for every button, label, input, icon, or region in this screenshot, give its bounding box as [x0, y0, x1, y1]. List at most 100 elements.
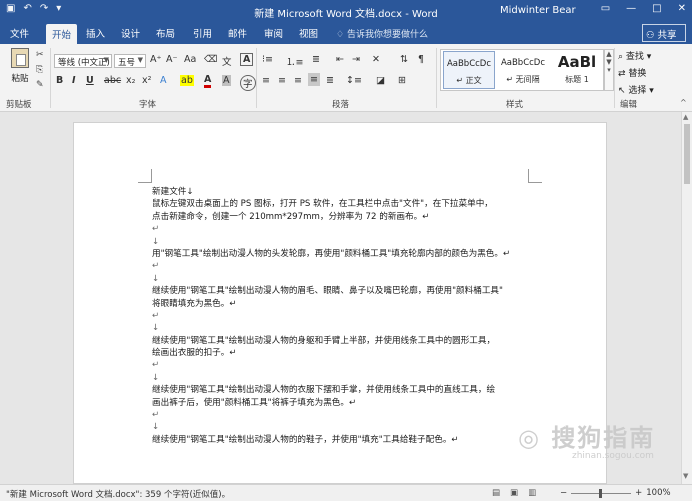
- tab-references[interactable]: 引用: [193, 26, 212, 40]
- tab-home[interactable]: 开始: [46, 24, 78, 44]
- window-controls: ▭ — □ ✕: [601, 3, 686, 14]
- group-divider: [256, 48, 257, 108]
- share-button[interactable]: ⚇ 共享: [642, 24, 686, 42]
- char-shading-icon[interactable]: A: [222, 75, 231, 86]
- scroll-down-icon[interactable]: ▼: [683, 472, 688, 480]
- line-break-mark: ↓: [152, 236, 160, 247]
- maximize-icon[interactable]: □: [652, 3, 661, 14]
- group-divider: [436, 48, 437, 108]
- lightbulb-icon: ♢: [336, 30, 347, 40]
- zoom-out-icon[interactable]: −: [560, 488, 567, 498]
- justify-icon[interactable]: ≡: [308, 73, 320, 86]
- show-marks-icon[interactable]: ¶: [418, 54, 424, 65]
- font-color-button[interactable]: A: [204, 75, 212, 88]
- word-count-status[interactable]: "新建 Microsoft Word 文档.docx": 359 个字符(近似值…: [6, 488, 230, 500]
- search-icon: ⌕: [618, 52, 626, 62]
- paragraph-mark: ↵: [152, 224, 160, 235]
- bold-button[interactable]: B: [56, 75, 63, 86]
- zoom-in-icon[interactable]: +: [635, 488, 642, 498]
- tab-file[interactable]: 文件: [10, 26, 29, 40]
- ribbon-display-icon[interactable]: ▭: [601, 3, 610, 14]
- align-left-icon[interactable]: ≡: [262, 75, 270, 86]
- phonetic-guide-icon[interactable]: 文: [222, 54, 232, 68]
- style-name: 标题 1: [565, 75, 589, 84]
- tell-me-box[interactable]: ♢ 告诉我你想要做什么: [336, 27, 428, 40]
- zoom-slider-thumb[interactable]: [599, 488, 603, 498]
- style-normal[interactable]: AaBbCcDc ↵ 正文: [443, 51, 495, 89]
- bullets-icon[interactable]: ⁝≡: [262, 54, 273, 65]
- tab-view[interactable]: 视图: [299, 26, 318, 40]
- numbering-icon[interactable]: ⒈≡: [286, 54, 303, 68]
- distributed-icon[interactable]: ≣: [326, 75, 334, 86]
- paste-button[interactable]: 粘贴: [6, 48, 34, 84]
- group-divider: [50, 48, 51, 108]
- vertical-scrollbar[interactable]: ▲ ▼: [681, 112, 692, 484]
- close-icon[interactable]: ✕: [678, 3, 686, 14]
- align-right-icon[interactable]: ≡: [294, 75, 302, 86]
- clear-format-icon[interactable]: ⌫: [204, 54, 217, 65]
- select-button[interactable]: ↖ 选择 ▾: [618, 83, 654, 96]
- italic-button[interactable]: I: [72, 75, 76, 86]
- shrink-font-button[interactable]: A⁻: [166, 54, 178, 65]
- increase-indent-icon[interactable]: ⇥: [352, 54, 360, 65]
- tab-layout[interactable]: 布局: [156, 26, 175, 40]
- text-effects-icon[interactable]: A: [160, 75, 167, 86]
- tab-design[interactable]: 设计: [121, 26, 140, 40]
- zoom-slider[interactable]: [571, 488, 632, 498]
- read-mode-icon[interactable]: ▤: [492, 488, 500, 498]
- font-name-select[interactable]: 等线 (中文正) ▼: [54, 54, 112, 68]
- sort-icon[interactable]: ⇅: [400, 54, 408, 65]
- subscript-button[interactable]: x₂: [126, 75, 135, 86]
- zoom-level[interactable]: 100%: [646, 488, 670, 498]
- superscript-button[interactable]: x²: [142, 75, 151, 86]
- style-name: ↵ 正文: [456, 76, 482, 85]
- style-no-spacing[interactable]: AaBbCcDc ↵ 无间隔: [497, 51, 549, 89]
- tell-me-text: 告诉我你想要做什么: [346, 30, 428, 40]
- chevron-down-icon: ▼: [103, 56, 109, 64]
- decrease-indent-icon[interactable]: ⇤: [336, 54, 344, 65]
- tab-insert[interactable]: 插入: [86, 26, 105, 40]
- font-size-select[interactable]: 五号 ▼: [114, 54, 146, 68]
- scrollbar-thumb[interactable]: [684, 124, 690, 184]
- grow-font-button[interactable]: A⁺: [150, 54, 162, 65]
- user-name[interactable]: Midwinter Bear: [500, 5, 576, 16]
- cursor-icon: ↖: [618, 86, 629, 96]
- scroll-up-icon[interactable]: ▲: [683, 113, 688, 121]
- web-layout-icon[interactable]: ▥: [528, 488, 536, 498]
- borders-icon[interactable]: ⊞: [398, 75, 406, 86]
- minimize-icon[interactable]: —: [626, 3, 636, 14]
- collapse-ribbon-icon[interactable]: ^: [680, 98, 687, 107]
- line-break-mark: ↓: [152, 372, 160, 383]
- shading-icon[interactable]: ◪: [376, 75, 385, 86]
- replace-button[interactable]: ⇄ 替换: [618, 66, 654, 79]
- align-center-icon[interactable]: ≡: [278, 75, 286, 86]
- watermark: ◎ 搜狗指南 zhinan.sogou.com: [518, 418, 655, 461]
- styles-group-label: 样式: [506, 100, 524, 110]
- share-label: 共享: [657, 30, 677, 41]
- strikethrough-button[interactable]: abc: [104, 75, 121, 86]
- window-title: 新建 Microsoft Word 文档.docx - Word: [254, 9, 438, 20]
- find-button[interactable]: ⌕ 查找 ▾: [618, 49, 654, 62]
- change-case-button[interactable]: Aa: [184, 54, 196, 65]
- styles-gallery-scroll[interactable]: ▲ ▼ ▾: [604, 49, 614, 91]
- copy-icon[interactable]: ⎘: [36, 65, 44, 75]
- status-bar: "新建 Microsoft Word 文档.docx": 359 个字符(近似值…: [0, 484, 692, 501]
- enclose-char-icon[interactable]: 字: [240, 75, 256, 91]
- watermark-sub-text: zhinan.sogou.com: [572, 451, 654, 461]
- tab-mailings[interactable]: 邮件: [228, 26, 247, 40]
- select-label: 选择: [628, 86, 647, 96]
- tab-review[interactable]: 审阅: [264, 26, 283, 40]
- chinese-layout-icon[interactable]: ✕: [372, 54, 380, 65]
- format-painter-icon[interactable]: ✎: [36, 80, 44, 90]
- char-border-button[interactable]: A: [240, 53, 254, 66]
- line-spacing-icon[interactable]: ↕≡: [346, 75, 362, 86]
- underline-button[interactable]: U: [86, 75, 94, 86]
- editing-group-label: 编辑: [620, 100, 638, 110]
- document-body[interactable]: 新建文件↓ 鼠标左键双击桌面上的 PS 图标，打开 PS 软件，在工具栏中点击"…: [152, 186, 532, 446]
- highlight-icon[interactable]: ab: [180, 75, 194, 86]
- cut-icon[interactable]: ✂: [36, 50, 44, 60]
- style-heading-1[interactable]: AaBl 标题 1: [551, 51, 603, 89]
- print-layout-icon[interactable]: ▣: [510, 488, 518, 498]
- multilevel-list-icon[interactable]: ≣: [312, 54, 320, 65]
- chevron-down-icon: ▼: [137, 56, 143, 64]
